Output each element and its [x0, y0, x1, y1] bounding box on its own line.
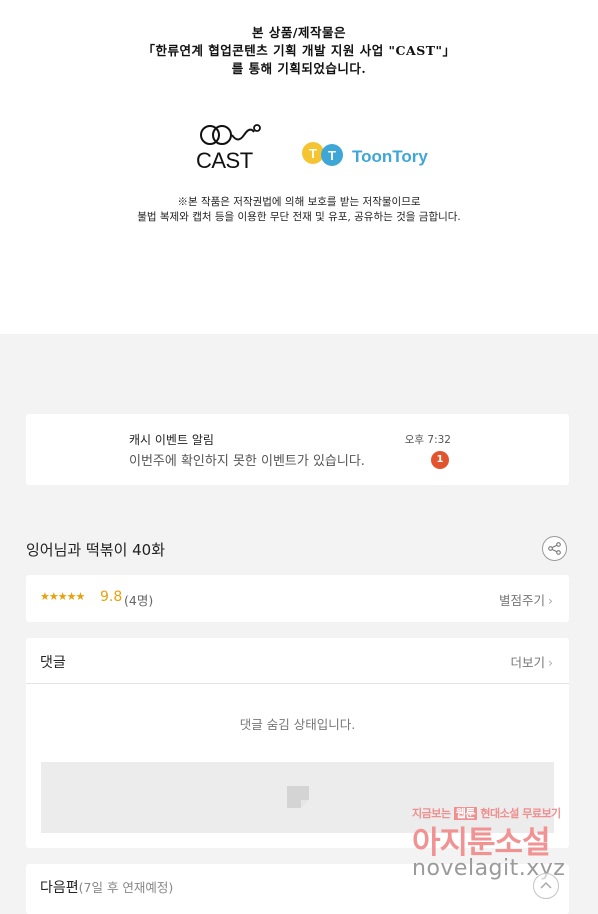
- unread-badge: 1: [431, 451, 449, 469]
- rate-button-label: 별점주기: [498, 593, 545, 608]
- toontory-logo-mark: T T: [302, 142, 343, 166]
- toontory-logo-text: ToonTory: [352, 147, 428, 166]
- push-time: 오후 7:32: [404, 434, 451, 446]
- notice-line: 본 상품/제작물은: [252, 25, 346, 40]
- next-episode-schedule: (7일 후 연재예정): [78, 880, 174, 895]
- comments-hidden-message: 댓글 숨김 상태입니다.: [239, 717, 356, 732]
- next-episode-label: 다음편(7일 후 연재예정): [40, 877, 173, 897]
- ad-placeholder-icon: [287, 786, 309, 808]
- svg-text:T: T: [309, 146, 317, 161]
- divider: [26, 683, 569, 684]
- cast-logo-mark: [200, 124, 261, 145]
- cast-logo-text: CAST: [196, 148, 253, 173]
- share-button[interactable]: [542, 536, 567, 561]
- site-watermark: 지금보는 웹툰 현대소설 무료보기 아지툰소설 novelagit.xyz: [408, 800, 593, 900]
- comments-header: 댓글: [40, 655, 66, 671]
- rating-card: ★★★★★ 9.8 (4명) 별점주기 ›: [26, 575, 569, 622]
- next-label-text: 다음편: [40, 880, 79, 896]
- scroll-top-button[interactable]: [533, 873, 559, 899]
- rate-button[interactable]: 별점주기 ›: [499, 590, 553, 609]
- svg-text:T: T: [328, 148, 336, 163]
- share-icon: [548, 542, 561, 555]
- chevron-up-icon: [540, 881, 552, 889]
- copyright-line: 불법 복제와 캡처 등을 이용한 무단 전재 및 유포, 공유하는 것을 금합니…: [137, 211, 461, 223]
- rating-score: 9.8: [100, 589, 123, 605]
- copyright-notice: ※본 작품은 저작권법에 의해 보호를 받는 저작물이므로 불법 복제와 캡처 …: [0, 195, 598, 225]
- rating-count: (4명): [124, 593, 154, 608]
- push-title: 캐시 이벤트 알림: [129, 433, 214, 447]
- more-comments-button[interactable]: 더보기 ›: [510, 652, 553, 671]
- rating-stars: ★★★★★: [40, 590, 85, 603]
- chevron-right-icon: ›: [548, 655, 553, 670]
- sponsor-notice-text: 본 상품/제작물은 「한류연계 협업콘텐츠 기획 개발 지원 사업 "CAST"…: [0, 24, 598, 78]
- push-message: 이번주에 확인하지 못한 이벤트가 있습니다.: [129, 454, 365, 469]
- chevron-right-icon: ›: [548, 593, 553, 608]
- episode-title: 잉어님과 떡볶이 40화: [26, 541, 166, 559]
- notice-line: 를 통해 기획되었습니다.: [231, 61, 367, 76]
- cast-logo: CAST: [196, 122, 262, 176]
- notice-line: 「한류연계 협업콘텐츠 기획 개발 지원 사업 "CAST"」: [142, 43, 456, 58]
- sponsor-notice: 본 상품/제작물은 「한류연계 협업콘텐츠 기획 개발 지원 사업 "CAST"…: [0, 0, 598, 334]
- copyright-line: ※본 작품은 저작권법에 의해 보호를 받는 저작물이므로: [177, 196, 421, 208]
- toontory-logo: T T ToonTory: [300, 138, 450, 170]
- push-notification-card[interactable]: 캐시 이벤트 알림 이번주에 확인하지 못한 이벤트가 있습니다. 오후 7:3…: [26, 414, 569, 485]
- more-button-label: 더보기: [510, 655, 545, 670]
